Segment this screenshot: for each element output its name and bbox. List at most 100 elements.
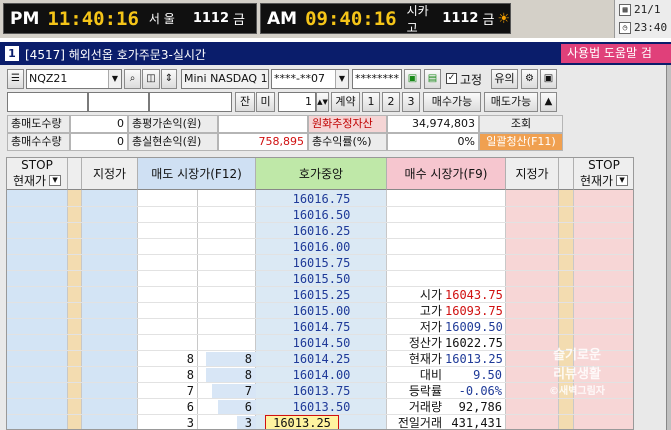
watermark-line1: 슬기로운	[553, 348, 601, 363]
market-info-value: 16009.50	[445, 320, 503, 334]
sell-qty-cell[interactable]: 3	[198, 415, 256, 429]
query-button[interactable]: 조회	[479, 115, 563, 133]
unfilled-button[interactable]: 미	[256, 92, 275, 112]
sell-count-cell	[138, 271, 198, 287]
order-book: STOP 현재가 ▼ 지정가 매도 시장가(F12) 호가중앙 매수 시장가(F9…	[6, 157, 634, 430]
price-cell[interactable]: 16016.75	[256, 191, 387, 207]
list-icon[interactable]: ☰	[7, 69, 24, 89]
limit-sell-column[interactable]	[82, 190, 138, 429]
refresh-icon[interactable]: ▤	[424, 69, 441, 89]
chicago-date: 1112	[442, 11, 479, 26]
help-button[interactable]: 사용법 도움말 검	[561, 44, 671, 63]
account-select[interactable]: ****-**07 ▼	[271, 69, 349, 89]
chevron-down-icon[interactable]: ▼	[335, 70, 348, 88]
sell-market-button[interactable]: 매도 시장가(F12)	[138, 158, 256, 190]
market-info-value: 92,786	[458, 400, 502, 414]
search-icon[interactable]: ⌕	[124, 69, 141, 89]
return-label: 총수익률(%)	[308, 133, 387, 151]
sell-available-button[interactable]: 매도가능	[484, 92, 538, 112]
market-info-value: 9.50	[473, 368, 502, 382]
sell-qty-cell[interactable]: 8	[198, 351, 256, 367]
window-number[interactable]: 1	[5, 46, 19, 61]
save-icon[interactable]: ▣	[404, 69, 421, 89]
sell-qty-cell[interactable]	[198, 207, 256, 223]
market-info-label: 전일거래	[397, 416, 442, 430]
symbol-select[interactable]: NQZ21 ▼	[26, 69, 122, 89]
account-value: ****-**07	[274, 72, 325, 85]
blank-field-2[interactable]	[88, 92, 149, 112]
quantity-stepper[interactable]: ▲▼	[316, 92, 329, 112]
scrollbar[interactable]	[666, 65, 671, 430]
sell-qty-cell[interactable]	[198, 303, 256, 319]
password-input[interactable]: ********	[352, 69, 402, 89]
price-cell[interactable]: 16013.50	[256, 399, 387, 415]
header-center[interactable]: 호가중앙	[256, 158, 387, 190]
window-title-bar[interactable]: 1 [4517] 해외선옵 호가주문3-실시간 사용법 도움말 검	[0, 42, 671, 65]
buy-market-button[interactable]: 매수 시장가(F9)	[387, 158, 506, 190]
sell-qty-cell[interactable]	[198, 319, 256, 335]
sell-qty-cell[interactable]	[198, 287, 256, 303]
price-cell[interactable]: 16015.00	[256, 303, 387, 319]
qty-preset-3[interactable]: 3	[402, 92, 420, 112]
blank-field-1[interactable]	[7, 92, 88, 112]
liquidate-all-button[interactable]: 일괄청산(F11)	[479, 133, 563, 151]
market-info-label: 저가	[419, 320, 442, 334]
sell-count-cell	[138, 303, 198, 319]
chicago-time: 09:40:16	[305, 7, 397, 30]
sell-qty-cell[interactable]	[198, 223, 256, 239]
stop-sell-column[interactable]	[7, 190, 68, 429]
contract-button[interactable]: 계약	[331, 92, 360, 112]
qty-preset-1[interactable]: 1	[362, 92, 380, 112]
price-cell[interactable]: 16015.75	[256, 255, 387, 271]
price-cell[interactable]: 16014.50	[256, 335, 387, 351]
fix-checkbox[interactable]: ✓	[446, 73, 457, 84]
sell-qty-cell[interactable]: 6	[198, 399, 256, 415]
realized-pl-value: 758,895	[218, 133, 308, 151]
quantity-input[interactable]: 1	[278, 92, 316, 112]
symbol-next-icon[interactable]: ◫	[142, 69, 160, 89]
sell-qty-cell[interactable]: 7	[198, 383, 256, 399]
sell-qty-text: 8	[244, 368, 252, 382]
blank-field-3[interactable]	[149, 92, 232, 112]
price-cell[interactable]: 16014.75	[256, 319, 387, 335]
sell-qty-cell[interactable]	[198, 255, 256, 271]
sell-count-cell	[138, 319, 198, 335]
sell-qty-cell[interactable]	[198, 271, 256, 287]
header-stop-left[interactable]: STOP 현재가 ▼	[7, 158, 68, 190]
seoul-time: 11:40:16	[47, 7, 139, 30]
window-icon[interactable]: ▣	[540, 69, 557, 89]
sell-qty-cell[interactable]: 8	[198, 367, 256, 383]
side-date: 21/1	[634, 3, 661, 16]
sell-qty-cell[interactable]	[198, 191, 256, 207]
price-cell[interactable]: 16014.00	[256, 367, 387, 383]
price-cell[interactable]: 16013.25	[265, 415, 339, 429]
sell-qty-cell[interactable]	[198, 239, 256, 255]
price-cell[interactable]: 16015.25	[256, 287, 387, 303]
caution-button[interactable]: 유의	[491, 69, 518, 89]
price-cell[interactable]: 16016.00	[256, 239, 387, 255]
market-info-label: 등락률	[408, 384, 442, 398]
header-stop-right[interactable]: STOP 현재가 ▼	[574, 158, 633, 190]
seoul-date: 1112	[192, 11, 229, 26]
balance-button[interactable]: 잔	[235, 92, 255, 112]
chevron-down-icon[interactable]: ▼	[108, 70, 121, 88]
price-cell[interactable]: 16016.25	[256, 223, 387, 239]
price-cell[interactable]: 16013.75	[256, 383, 387, 399]
sell-qty-cell[interactable]	[198, 335, 256, 351]
eval-pl-value	[218, 115, 308, 133]
sell-count-cell: 6	[186, 400, 194, 414]
gear-icon[interactable]: ⚙	[521, 69, 538, 89]
chevron-down-icon[interactable]: ▼	[616, 175, 629, 186]
chevron-down-icon[interactable]: ▼	[49, 175, 62, 186]
price-cell[interactable]: 16015.50	[256, 271, 387, 287]
buy-qty-label: 총매수수량	[7, 133, 70, 151]
price-cell[interactable]: 16016.50	[256, 207, 387, 223]
spin-icon[interactable]: ⇕	[161, 69, 177, 89]
header-limit-right: 지정가	[506, 158, 559, 190]
collapse-icon[interactable]: ▲	[540, 92, 557, 112]
buy-available-button[interactable]: 매수가능	[423, 92, 481, 112]
price-cell[interactable]: 16014.25	[256, 351, 387, 367]
product-name: Mini NASDAQ 10	[181, 69, 269, 89]
qty-preset-2[interactable]: 2	[382, 92, 400, 112]
sell-count-cell	[138, 255, 198, 271]
